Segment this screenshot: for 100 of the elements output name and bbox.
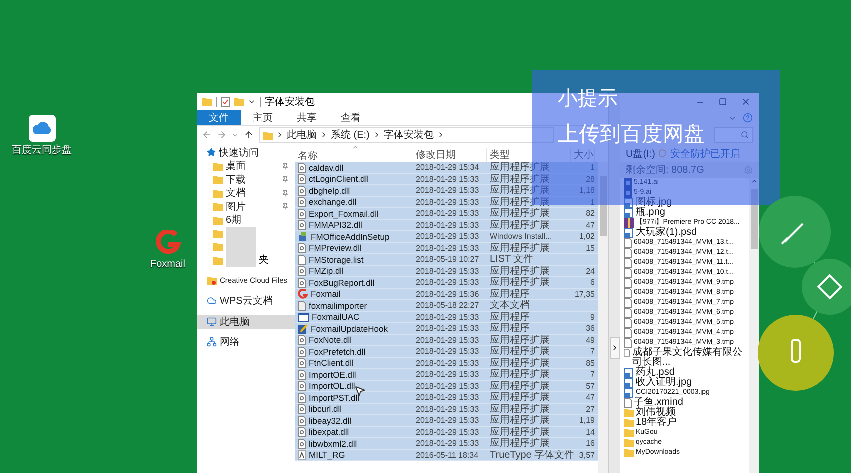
ribbon-tab[interactable]: 查看 [329, 110, 373, 125]
document-icon [298, 300, 306, 310]
search-icon [741, 131, 749, 139]
gear-file-icon [298, 392, 306, 402]
folder-icon [202, 97, 212, 106]
folder-icon [207, 276, 217, 286]
redacted-block [226, 227, 256, 267]
file-name: FtnClient.dll [309, 358, 354, 368]
nav-item[interactable]: 图片 [197, 200, 295, 214]
scroll-up-icon[interactable] [750, 178, 758, 185]
gear-file-icon [298, 335, 306, 345]
size-cell-text: 49 [585, 336, 595, 344]
up-icon[interactable] [244, 130, 254, 140]
column-header[interactable]: 名称 [298, 151, 413, 162]
breadcrumb[interactable]: 此电脑 [287, 128, 317, 142]
help-icon[interactable] [743, 113, 753, 123]
file-name: exchange.dll [309, 197, 357, 207]
file-name: FoxBugReport.dll [309, 278, 375, 288]
file-name: ImportOE.dll [309, 370, 356, 380]
gear-file-icon [298, 438, 306, 448]
nav-item[interactable]: WPS云文档 [197, 294, 295, 308]
file-name[interactable]: 成都子果文化传媒有限公司长图... [632, 348, 749, 368]
nav-item[interactable]: 网络 [197, 336, 295, 349]
gear-file-icon [298, 220, 306, 230]
date-cell-text: 2018-01-29 15:33 [415, 334, 480, 346]
file-name[interactable]: 18年客户 [636, 418, 678, 428]
size-cell-text: 47 [585, 393, 595, 402]
size-cell-text: 47 [585, 220, 595, 230]
cloud-icon [207, 296, 217, 306]
file-name: dbghelp.dll [309, 186, 350, 196]
date-cell-text: 2018-01-29 15:34 [415, 162, 480, 173]
file-name: FoxmailUpdateHook [311, 324, 388, 334]
pin-icon [282, 190, 289, 197]
forward-icon[interactable] [217, 130, 227, 140]
desktop-icon-label[interactable]: Foxmail [150, 259, 186, 270]
gear-file-icon [298, 346, 306, 356]
file-name[interactable]: 子鱼.xmind [634, 398, 684, 408]
file-name: ImportPST.dll [309, 392, 360, 402]
pin-icon [282, 162, 289, 170]
date-cell-text: 2018-05-19 10:27 [415, 254, 480, 265]
pin-icon [282, 176, 289, 184]
chevron-icon [320, 131, 328, 139]
ribbon-tab[interactable]: 共享 [285, 110, 329, 125]
back-icon[interactable] [202, 130, 212, 140]
nav-item[interactable]: 桌面 [197, 160, 295, 173]
image-file-icon [624, 228, 634, 238]
scrollbar[interactable] [749, 178, 759, 473]
file-name[interactable]: 大玩家(1).psd [636, 228, 698, 238]
ribbon-tab[interactable]: 文件 [197, 110, 241, 125]
close-button[interactable] [741, 97, 751, 107]
address-bar[interactable]: 此电脑 系统 (E:) 字体安装包 [259, 127, 554, 143]
gear-file-icon [298, 416, 306, 426]
nav-item[interactable]: 此电脑 [197, 315, 295, 328]
nav-item[interactable]: 6期 [197, 214, 295, 227]
file-name[interactable]: 刘伟视频 [636, 408, 676, 418]
date-cell-text: 2018-01-29 15:33 [415, 208, 480, 219]
breadcrumb[interactable]: 系统 (E:) [331, 128, 370, 142]
date-cell-text: 2018-01-29 15:33 [415, 404, 480, 414]
file-name[interactable]: 药丸.psd [636, 368, 675, 378]
file-name: FMStorage.list [309, 254, 364, 264]
nav-item[interactable]: 夹 [259, 255, 269, 267]
archive-icon [624, 218, 634, 228]
desktop-icon-label[interactable]: 百度云同步盘 [12, 145, 72, 156]
file-name: FoxmailUAC [312, 312, 360, 322]
search-field[interactable] [714, 127, 753, 143]
date-cell-text: 2018-01-29 15:33 [415, 426, 480, 438]
nav-item[interactable]: 下载 [197, 173, 295, 186]
folder-icon [234, 97, 244, 106]
image-file-icon [624, 388, 634, 398]
gear-file-icon [298, 358, 306, 368]
properties-icon[interactable] [221, 96, 230, 106]
size-cell-text: 6 [590, 278, 595, 287]
pen-app-icon [298, 324, 308, 334]
file-name: FMZip.dll [309, 266, 344, 276]
cloud-app-icon [28, 115, 56, 142]
pin-icon [282, 203, 289, 210]
expand-button[interactable] [610, 337, 620, 359]
nav-item[interactable]: 快速访问 [197, 146, 295, 160]
size-cell-text: 57 [585, 382, 595, 390]
image-file-icon [624, 198, 634, 208]
size-cell-text: 1,19 [578, 416, 595, 425]
window-title: 字体安装包 [265, 96, 315, 108]
computer-icon [207, 316, 217, 327]
size-cell-text: 7 [590, 370, 595, 379]
file-name[interactable]: 收入证明.jpg [636, 378, 692, 388]
gear-file-icon [298, 186, 306, 196]
size-cell-text: 85 [585, 358, 595, 368]
close-icon [741, 97, 751, 107]
size-cell-text: 1,02 [578, 232, 595, 241]
date-cell-text: 2018-01-29 15:36 [415, 288, 480, 300]
date-cell-text: 2018-01-29 15:33 [415, 266, 480, 276]
breadcrumb[interactable]: 字体安装包 [384, 128, 434, 142]
ribbon-tab[interactable]: 主页 [241, 110, 285, 125]
type-cell-text: Windows Install... [489, 231, 554, 242]
nav-item[interactable]: 文档 [197, 186, 295, 200]
file-row[interactable]: FMOfficeAddInSetup 2018-01-29 15:33 Windows Install... 1,02 [295, 231, 598, 242]
file-name[interactable]: 瓶.png [636, 208, 666, 218]
date-cell-text: 2018-01-29 15:33 [415, 438, 480, 449]
scrollbar[interactable] [598, 162, 608, 473]
maximize-button[interactable] [719, 98, 727, 106]
